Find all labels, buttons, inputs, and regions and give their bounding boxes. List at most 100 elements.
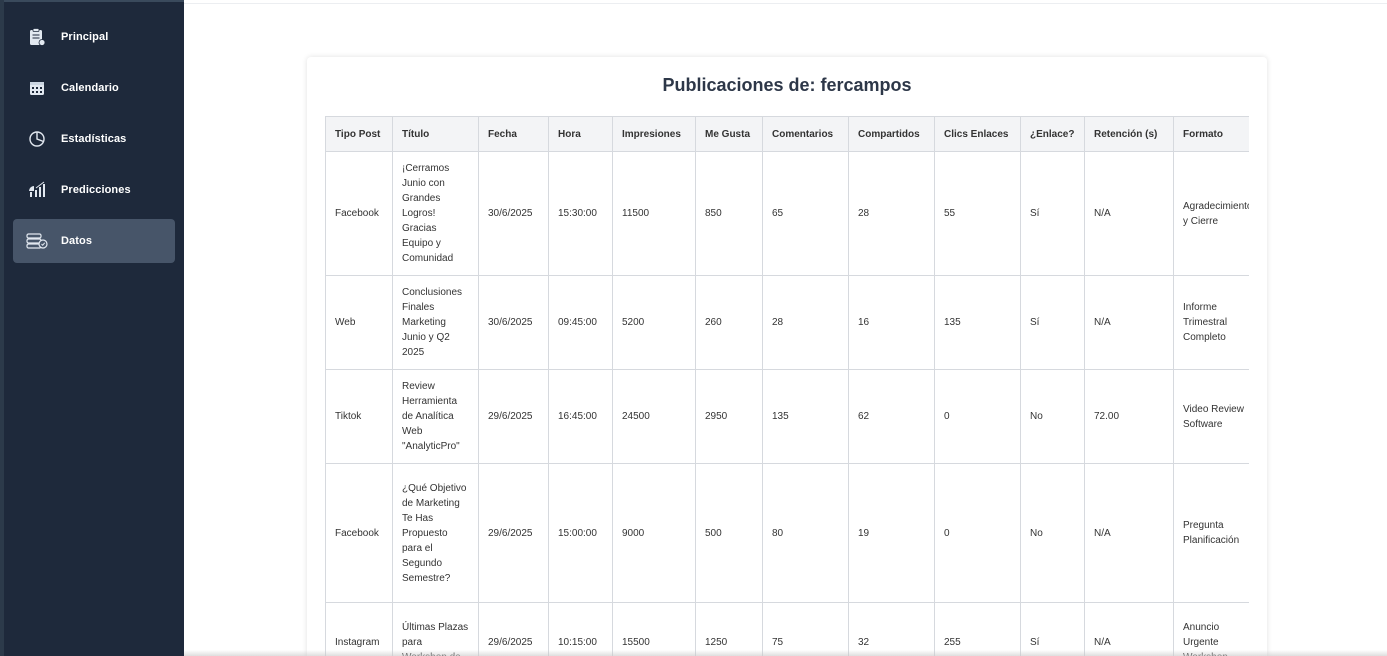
cell-fecha: 29/6/2025 [478,463,549,603]
page-title: Publicaciones de: fercampos [662,75,912,95]
cell-compartidos: 19 [848,463,935,603]
cell-formato: Video Review Software [1173,369,1249,464]
column-header-me-gusta[interactable]: Me Gusta [695,116,763,152]
sidebar-item-calendario[interactable]: Calendario [13,66,175,110]
column-header-hora[interactable]: Hora [548,116,613,152]
cell-impresiones: 24500 [612,369,696,464]
cell-clics-enlaces: 0 [934,463,1021,603]
column-header-formato[interactable]: Formato [1173,116,1249,152]
cell-titulo: ¡Cerramos Junio con Grandes Logros! Grac… [392,151,479,276]
table-scroll-container[interactable]: Tipo Post Título Fecha Hora Impresiones … [325,116,1249,656]
pie-chart-icon [25,127,49,151]
cell-tipo-post: Instagram [325,602,393,656]
cell-hora: 16:45:00 [548,369,613,464]
main-content: Publicaciones de: fercampos Tipo Post Tí… [184,0,1387,656]
sidebar-item-principal[interactable]: Principal [13,15,175,59]
cell-comentarios: 75 [762,602,849,656]
table-row: Instagram Últimas Plazas para Workshop d… [325,602,1249,656]
cell-compartidos: 62 [848,369,935,464]
cell-fecha: 30/6/2025 [478,275,549,370]
sidebar-item-label: Principal [61,31,109,43]
cell-hora: 10:15:00 [548,602,613,656]
cell-me-gusta: 2950 [695,369,763,464]
sidebar-item-label: Calendario [61,82,119,94]
cell-tipo-post: Facebook [325,151,393,276]
column-header-impresiones[interactable]: Impresiones [612,116,696,152]
sidebar-item-label: Predicciones [61,184,131,196]
table-header-row: Tipo Post Título Fecha Hora Impresiones … [325,116,1249,152]
posts-table: Tipo Post Título Fecha Hora Impresiones … [325,116,1249,656]
posts-card: Publicaciones de: fercampos Tipo Post Tí… [307,57,1267,656]
cell-retencion: N/A [1084,463,1174,603]
clipboard-icon [25,25,49,49]
column-header-retencion[interactable]: Retención (s) [1084,116,1174,152]
sidebar-item-estadisticas[interactable]: Estadísticas [13,117,175,161]
cell-retencion: N/A [1084,275,1174,370]
cell-hora: 09:45:00 [548,275,613,370]
cell-tipo-post: Facebook [325,463,393,603]
cell-retencion: N/A [1084,151,1174,276]
column-header-compartidos[interactable]: Compartidos [848,116,935,152]
cell-compartidos: 32 [848,602,935,656]
cell-retencion: 72.00 [1084,369,1174,464]
column-header-enlace[interactable]: ¿Enlace? [1020,116,1085,152]
cell-clics-enlaces: 0 [934,369,1021,464]
sidebar-item-predicciones[interactable]: Predicciones [13,168,175,212]
window-bottom-edge [184,650,1387,656]
cell-compartidos: 28 [848,151,935,276]
cell-titulo: Review Herramienta de Analítica Web "Ana… [392,369,479,464]
cell-formato: Agradecimiento y Cierre [1173,151,1249,276]
cell-enlace: No [1020,369,1085,464]
column-header-fecha[interactable]: Fecha [478,116,549,152]
column-header-titulo[interactable]: Título [392,116,479,152]
cell-comentarios: 65 [762,151,849,276]
table-row: Web Conclusiones Finales Marketing Junio… [325,275,1249,370]
cell-tipo-post: Tiktok [325,369,393,464]
cell-me-gusta: 500 [695,463,763,603]
cell-compartidos: 16 [848,275,935,370]
cell-formato: Anuncio Urgente Workshop [1173,602,1249,656]
cell-retencion: N/A [1084,602,1174,656]
column-header-clics-enlaces[interactable]: Clics Enlaces [934,116,1021,152]
cell-formato: Informe Trimestral Completo [1173,275,1249,370]
cell-hora: 15:30:00 [548,151,613,276]
cell-enlace: Sí [1020,602,1085,656]
header-divider [184,3,1387,4]
cell-impresiones: 15500 [612,602,696,656]
database-icon [25,229,49,253]
bar-chart-icon [25,178,49,202]
cell-fecha: 29/6/2025 [478,369,549,464]
cell-tipo-post: Web [325,275,393,370]
cell-impresiones: 5200 [612,275,696,370]
table-row: Facebook ¡Cerramos Junio con Grandes Log… [325,151,1249,276]
cell-titulo: Últimas Plazas para Workshop de [392,602,479,656]
cell-hora: 15:00:00 [548,463,613,603]
cell-clics-enlaces: 255 [934,602,1021,656]
cell-clics-enlaces: 135 [934,275,1021,370]
sidebar-item-datos[interactable]: Datos [13,219,175,263]
cell-me-gusta: 260 [695,275,763,370]
sidebar-item-label: Datos [61,235,93,247]
table-row: Tiktok Review Herramienta de Analítica W… [325,369,1249,464]
cell-clics-enlaces: 55 [934,151,1021,276]
cell-comentarios: 28 [762,275,849,370]
cell-enlace: Sí [1020,275,1085,370]
cell-enlace: No [1020,463,1085,603]
sidebar-item-label: Estadísticas [61,133,127,145]
cell-me-gusta: 850 [695,151,763,276]
column-header-comentarios[interactable]: Comentarios [762,116,849,152]
table-row: Facebook ¿Qué Objetivo de Marketing Te H… [325,463,1249,603]
cell-me-gusta: 1250 [695,602,763,656]
cell-impresiones: 11500 [612,151,696,276]
cell-fecha: 30/6/2025 [478,151,549,276]
cell-comentarios: 135 [762,369,849,464]
cell-formato: Pregunta Planificación [1173,463,1249,603]
cell-titulo: ¿Qué Objetivo de Marketing Te Has Propue… [392,463,479,603]
cell-fecha: 29/6/2025 [478,602,549,656]
column-header-tipo-post[interactable]: Tipo Post [325,116,393,152]
cell-impresiones: 9000 [612,463,696,603]
cell-enlace: Sí [1020,151,1085,276]
calendar-icon [25,76,49,100]
cell-titulo: Conclusiones Finales Marketing Junio y Q… [392,275,479,370]
sidebar: Principal Calendario Estadísticas Predic… [4,2,184,656]
